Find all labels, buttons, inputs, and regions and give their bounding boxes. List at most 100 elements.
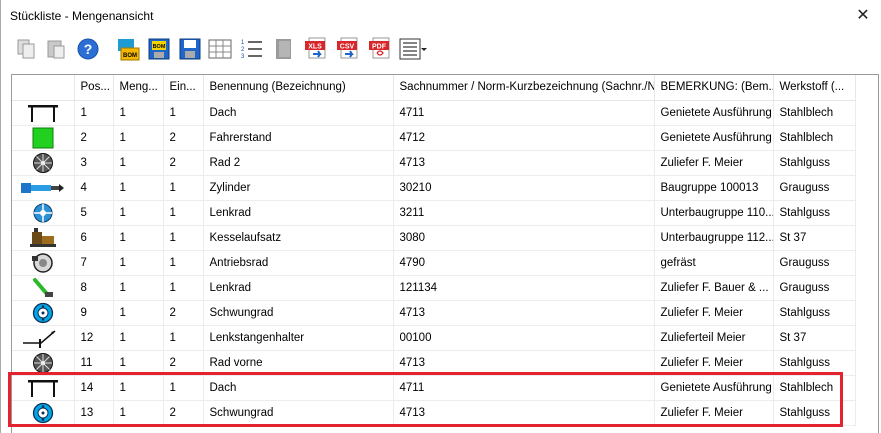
cell-bemerkung[interactable]: Genietete Ausführung [654,125,774,151]
cell-ein[interactable]: 1 [163,325,204,351]
table-row[interactable]: 9 1 2 Schwungrad 4713 Zuliefer F. Meier Stahlg… [12,300,856,326]
cell-menge[interactable]: 1 [113,325,164,351]
cell-bemerkung[interactable]: Unterbaugruppe 112... [654,225,774,251]
cell-bemerkung[interactable]: Zulieferteil Meier [654,325,774,351]
cell-benennung[interactable]: Lenkrad [203,275,394,301]
cell-sachnummer[interactable]: 4713 [393,400,655,426]
cell-bemerkung[interactable]: gefräst [654,250,774,276]
cell-bemerkung[interactable]: Zuliefer F. Bauer & ... [654,275,774,301]
cell-menge[interactable]: 1 [113,350,164,376]
cell-sachnummer[interactable]: 3080 [393,225,655,251]
cell-ein[interactable]: 1 [163,250,204,276]
cell-benennung[interactable]: Dach [203,375,394,401]
cell-menge[interactable]: 1 [113,225,164,251]
table-row[interactable]: 8 1 1 Lenkrad 121134 Zuliefer F. Bauer & ... G… [12,275,856,301]
column-header-6[interactable]: BEMERKUNG: (Bem... [654,75,774,101]
cell-ein[interactable]: 2 [163,125,204,151]
cell-ein[interactable]: 2 [163,300,204,326]
cell-bemerkung[interactable]: Unterbaugruppe 110... [654,200,774,226]
cell-benennung[interactable]: Lenkstangenhalter [203,325,394,351]
cell-werkstoff[interactable]: Stahlguss [773,300,856,326]
numbered-list-icon[interactable]: 123 [239,36,265,62]
cell-werkstoff[interactable]: Stahlguss [773,400,856,426]
cell-bemerkung[interactable]: Zuliefer F. Meier [654,400,774,426]
cell-werkstoff[interactable]: Stahlblech [773,125,856,151]
table-row[interactable]: 12 1 1 Lenkstangenhalter 00100 Zulieferteil M… [12,325,856,351]
cell-sachnummer[interactable]: 4711 [393,100,655,126]
cell-benennung[interactable]: Schwungrad [203,400,394,426]
table-row[interactable]: 1 1 1 Dach 4711 Genietete Ausführung Stahlblec… [12,100,856,126]
cell-sachnummer[interactable]: 3211 [393,200,655,226]
cell-menge[interactable]: 1 [113,375,164,401]
cell-werkstoff[interactable]: Stahlblech [773,100,856,126]
cell-werkstoff[interactable]: Grauguss [773,175,856,201]
cell-pos[interactable]: 11 [74,350,114,376]
cell-benennung[interactable]: Schwungrad [203,300,394,326]
table-row[interactable]: 14 1 1 Dach 4711 Genietete Ausführung Stahlble… [12,375,856,401]
cell-ein[interactable]: 2 [163,400,204,426]
cell-benennung[interactable]: Dach [203,100,394,126]
cell-menge[interactable]: 1 [113,100,164,126]
cell-menge[interactable]: 1 [113,300,164,326]
cell-werkstoff[interactable]: Stahlblech [773,375,856,401]
cell-bemerkung[interactable]: Zuliefer F. Meier [654,350,774,376]
cell-werkstoff[interactable]: Grauguss [773,250,856,276]
cell-bemerkung[interactable]: Genietete Ausführung [654,100,774,126]
cell-ein[interactable]: 2 [163,350,204,376]
table-row[interactable]: 11 1 2 Rad vorne 4713 Zuliefer F. Meier Stahlg… [12,350,856,376]
cell-menge[interactable]: 1 [113,150,164,176]
cell-sachnummer[interactable]: 121134 [393,275,655,301]
cell-benennung[interactable]: Zylinder [203,175,394,201]
help-icon[interactable]: ? [75,36,101,62]
close-icon[interactable]: ✕ [853,5,873,25]
cell-sachnummer[interactable]: 4713 [393,150,655,176]
cell-werkstoff[interactable]: Grauguss [773,275,856,301]
cell-menge[interactable]: 1 [113,175,164,201]
cell-bemerkung[interactable]: Baugruppe 100013 [654,175,774,201]
cell-sachnummer[interactable]: 4711 [393,375,655,401]
column-header-5[interactable]: Sachnummer / Norm-Kurzbezeichnung (Sachn… [393,75,655,101]
cell-benennung[interactable]: Fahrerstand [203,125,394,151]
column-header-7[interactable]: Werkstoff (... [773,75,856,101]
cell-werkstoff[interactable]: Stahlguss [773,200,856,226]
column-header-2[interactable]: Meng... [113,75,164,101]
xls-export-icon[interactable]: XLS [303,36,329,62]
column-header-1[interactable]: Pos... [74,75,114,101]
table-row[interactable]: 6 1 1 Kesselaufsatz 3080 Unterbaugruppe 112..… [12,225,856,251]
cell-menge[interactable]: 1 [113,400,164,426]
cell-pos[interactable]: 2 [74,125,114,151]
cell-werkstoff[interactable]: St 37 [773,325,856,351]
cell-werkstoff[interactable]: St 37 [773,225,856,251]
bom-import-icon[interactable]: BOM [115,36,141,62]
copy-icon[interactable] [13,36,39,62]
column-header-0[interactable] [12,75,75,101]
cell-ein[interactable]: 1 [163,175,204,201]
cell-pos[interactable]: 14 [74,375,114,401]
cell-benennung[interactable]: Rad vorne [203,350,394,376]
cell-ein[interactable]: 1 [163,275,204,301]
cell-werkstoff[interactable]: Stahlguss [773,350,856,376]
cell-ein[interactable]: 1 [163,225,204,251]
cell-pos[interactable]: 13 [74,400,114,426]
cell-pos[interactable]: 12 [74,325,114,351]
cell-werkstoff[interactable]: Stahlguss [773,150,856,176]
table-row[interactable]: 3 1 2 Rad 2 4713 Zuliefer F. Meier Stahlguss [12,150,856,176]
cell-benennung[interactable]: Antriebsrad [203,250,394,276]
cell-pos[interactable]: 5 [74,200,114,226]
cell-menge[interactable]: 1 [113,125,164,151]
cell-pos[interactable]: 8 [74,275,114,301]
cell-sachnummer[interactable]: 30210 [393,175,655,201]
cell-menge[interactable]: 1 [113,275,164,301]
cell-pos[interactable]: 4 [74,175,114,201]
table-row[interactable]: 5 1 1 Lenkrad 3211 Unterbaugruppe 110... Stahl… [12,200,856,226]
table-row[interactable]: 7 1 1 Antriebsrad 4790 gefräst Grauguss [12,250,856,276]
table-row[interactable]: 4 1 1 Zylinder 30210 Baugruppe 100013 Grauguss [12,175,856,201]
columns-menu-icon[interactable] [397,36,429,62]
cell-bemerkung[interactable]: Zuliefer F. Meier [654,150,774,176]
cell-menge[interactable]: 1 [113,250,164,276]
cell-sachnummer[interactable]: 4790 [393,250,655,276]
cell-bemerkung[interactable]: Zuliefer F. Meier [654,300,774,326]
csv-export-icon[interactable]: CSV [335,36,361,62]
cell-pos[interactable]: 9 [74,300,114,326]
column-header-3[interactable]: Ein... [163,75,204,101]
